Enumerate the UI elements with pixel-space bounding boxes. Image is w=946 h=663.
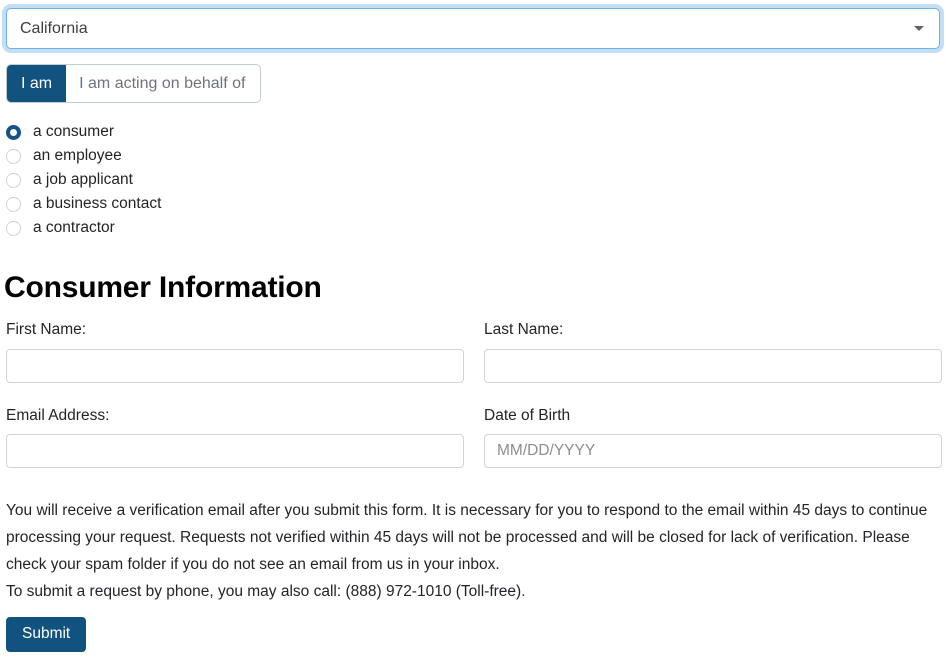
request-form-page: California I am I am acting on behalf of…: [0, 0, 946, 663]
date-of-birth-label: Date of Birth: [484, 406, 571, 424]
page-title: Consumer Information: [4, 271, 322, 304]
radio-option-a-contractor[interactable]: a contractor: [6, 216, 426, 240]
last-name-label: Last Name:: [484, 321, 564, 338]
phone-request-line: To submit a request by phone, you may al…: [6, 583, 526, 600]
first-name-input[interactable]: [6, 348, 464, 383]
form-col-first-name: First Name:: [0, 322, 468, 383]
radio-label: a consumer: [33, 123, 114, 141]
radio-label: a job applicant: [33, 171, 133, 189]
state-select-value: California: [20, 20, 88, 37]
form-col-last-name: Last Name:: [478, 322, 946, 383]
email-address-input[interactable]: [6, 434, 464, 468]
radio-unselected-icon: [6, 196, 21, 212]
date-of-birth-input[interactable]: [484, 434, 942, 468]
email-address-label: Email Address:: [6, 406, 110, 424]
consumer-information-form: First Name: Last Name: Email Address: Da…: [0, 322, 946, 468]
form-col-dob: Date of Birth: [478, 406, 946, 468]
radio-unselected-icon: [6, 172, 21, 188]
radio-unselected-icon: [6, 220, 21, 236]
submit-button[interactable]: Submit: [6, 617, 87, 652]
form-row-email-dob: Email Address: Date of Birth: [0, 406, 946, 468]
last-name-input[interactable]: [484, 348, 942, 383]
state-select[interactable]: California: [6, 8, 940, 49]
requester-type-radio-group: a consumer an employee a job applicant a…: [6, 120, 426, 240]
requester-mode-tabs: I am I am acting on behalf of: [6, 64, 261, 103]
tab-i-am[interactable]: I am: [7, 65, 67, 102]
radio-option-a-business-contact[interactable]: a business contact: [6, 192, 426, 216]
radio-unselected-icon: [6, 148, 21, 164]
radio-selected-icon: [6, 124, 21, 140]
first-name-label: First Name:: [6, 321, 87, 338]
verification-notice-paragraph: You will receive a verification email af…: [6, 502, 928, 573]
radio-option-an-employee[interactable]: an employee: [6, 144, 426, 168]
tab-i-am-acting-on-behalf-of[interactable]: I am acting on behalf of: [66, 65, 259, 102]
chevron-down-icon: [905, 26, 939, 31]
form-col-email: Email Address:: [0, 406, 468, 468]
radio-label: an employee: [33, 147, 122, 165]
verification-notice: You will receive a verification email af…: [6, 497, 934, 605]
radio-option-a-consumer[interactable]: a consumer: [6, 120, 426, 144]
radio-label: a business contact: [33, 195, 162, 213]
form-row-names: First Name: Last Name:: [0, 322, 946, 383]
radio-label: a contractor: [33, 219, 115, 237]
radio-option-a-job-applicant[interactable]: a job applicant: [6, 168, 426, 192]
